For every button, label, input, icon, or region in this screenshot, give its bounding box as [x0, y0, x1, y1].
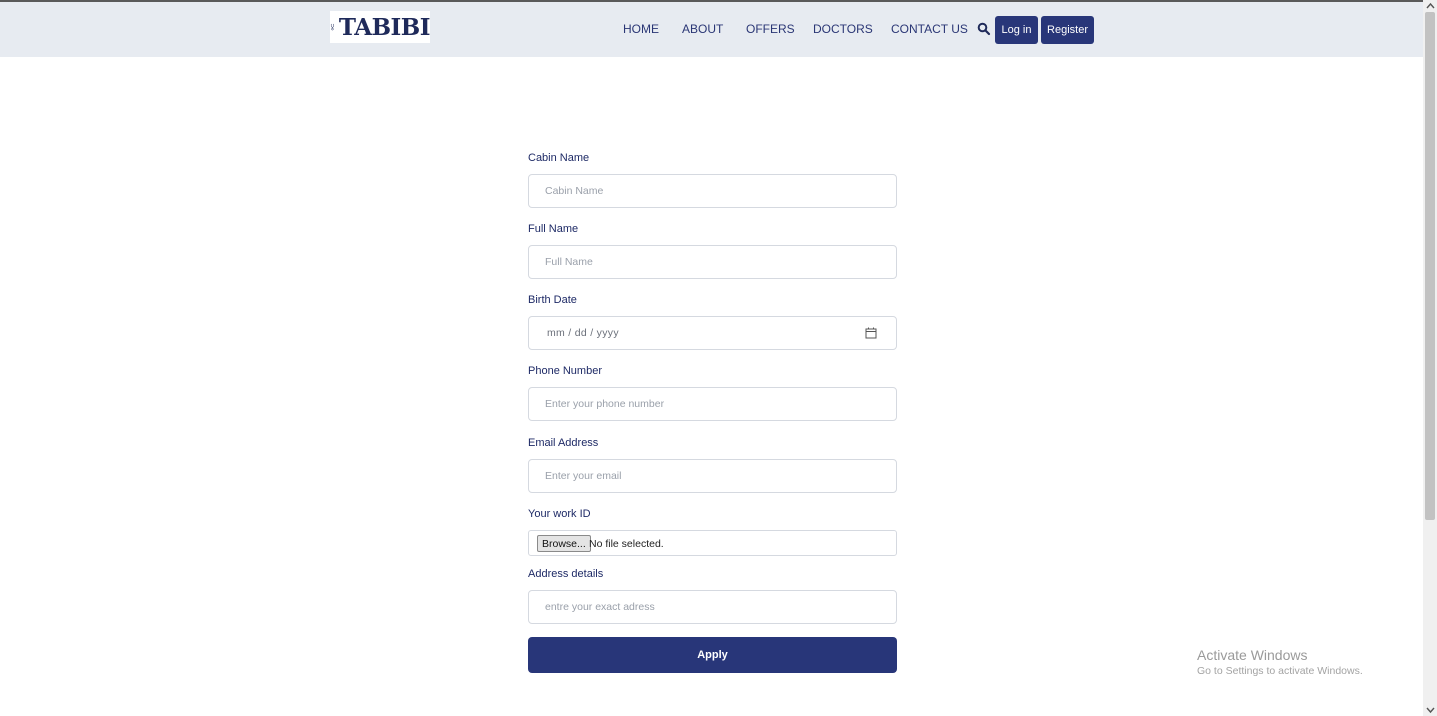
login-button[interactable]: Log in	[995, 16, 1038, 44]
phone-input[interactable]	[528, 387, 897, 421]
address-label: Address details	[528, 568, 604, 580]
file-status: No file selected.	[589, 538, 664, 550]
address-input[interactable]	[528, 590, 897, 624]
birth-date-label: Birth Date	[528, 294, 577, 306]
navbar: TABIBI HOME ABOUT OFFERS DOCTORS CONTACT…	[0, 2, 1423, 57]
cabin-name-label: Cabin Name	[528, 152, 590, 164]
scroll-down-arrow-icon[interactable]	[1426, 706, 1435, 714]
activate-windows-title: Activate Windows	[1197, 647, 1308, 663]
search-icon[interactable]	[977, 22, 991, 36]
stethoscope-icon	[330, 23, 334, 31]
register-button[interactable]: Register	[1041, 16, 1094, 44]
cabin-name-input[interactable]	[528, 174, 897, 208]
activate-windows-subtitle: Go to Settings to activate Windows.	[1197, 665, 1363, 677]
apply-button[interactable]: Apply	[528, 637, 897, 673]
nav-link-doctors[interactable]: DOCTORS	[813, 22, 873, 36]
calendar-icon[interactable]	[865, 327, 877, 339]
nav-link-offers[interactable]: OFFERS	[746, 22, 795, 36]
phone-label: Phone Number	[528, 365, 602, 377]
nav-link-home[interactable]: HOME	[623, 22, 659, 36]
work-id-file-input[interactable]: Browse... No file selected.	[528, 530, 897, 556]
browse-button[interactable]: Browse...	[537, 535, 591, 552]
nav-link-about[interactable]: ABOUT	[682, 22, 723, 36]
brand-logo[interactable]: TABIBI	[330, 11, 431, 43]
email-label: Email Address	[528, 437, 599, 449]
work-id-label: Your work ID	[528, 508, 591, 520]
birth-date-placeholder: mm / dd / yyyy	[547, 327, 619, 339]
nav-link-contact[interactable]: CONTACT US	[891, 22, 968, 36]
email-input[interactable]	[528, 459, 897, 493]
scrollbar-thumb[interactable]	[1425, 12, 1435, 520]
birth-date-input[interactable]: mm / dd / yyyy	[528, 316, 897, 350]
brand-name: TABIBI	[338, 13, 431, 41]
scroll-up-arrow-icon[interactable]	[1426, 2, 1435, 10]
full-name-input[interactable]	[528, 245, 897, 279]
full-name-label: Full Name	[528, 223, 579, 235]
